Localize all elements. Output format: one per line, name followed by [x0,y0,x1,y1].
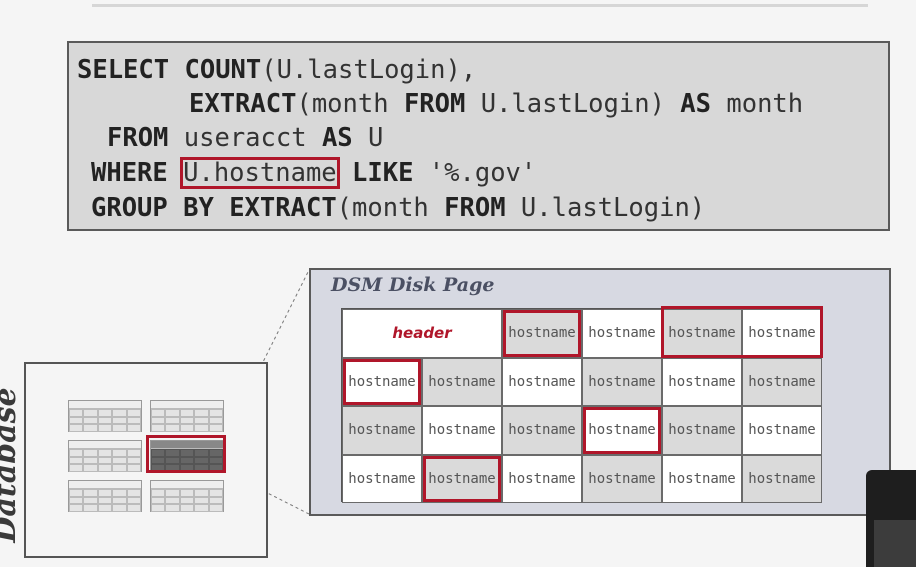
sql-text: useracct [168,123,322,153]
mini-page [68,480,142,512]
sql-line-3: FROM useracct AS U [107,121,383,155]
hostname-cell: hostname [582,406,662,455]
hostname-cell: hostname [742,357,822,406]
hostname-highlight: U.hostname [180,157,340,189]
sql-keyword: COUNT [184,55,262,85]
sql-text: U [352,123,384,153]
hostname-cell: hostname [502,357,582,406]
sql-keyword: LIKE [352,158,414,188]
hostname-cell: hostname [662,357,742,406]
hostname-cell: hostname [742,406,822,455]
hostname-cell: hostname [342,357,422,406]
database-file-label: Database File [0,387,58,543]
hostname-cell: hostname [422,454,502,503]
hostname-cell: hostname [582,454,662,503]
dsm-page-title: DSM Disk Page [331,274,495,296]
mini-page [68,440,142,472]
hostname-cell: hostname [662,454,742,503]
sql-keyword: SELECT [77,55,170,85]
sql-text: U.lastLogin) [505,193,706,223]
dsm-disk-page: DSM Disk Page header hostname hostname h… [309,268,891,516]
sql-line-4: WHERE U.hostname LIKE '%.gov' [91,156,536,190]
sql-text: (month [296,89,404,119]
page-header-cell: header [342,309,502,358]
sql-text: U.lastLogin) [465,89,681,119]
sql-keyword: FROM [403,89,466,119]
hostname-cell: hostname [502,454,582,503]
hostname-cell: hostname [582,357,662,406]
sql-query-box: SELECT COUNT(U.lastLogin), EXTRACT(month… [67,41,890,231]
sql-line-1: SELECT COUNT(U.lastLogin), [77,53,476,87]
sql-keyword: GROUP [91,193,168,223]
sql-keyword: FROM [107,123,169,153]
hostname-span-highlight [661,306,823,358]
active-page-highlight [146,435,226,473]
sql-text: (U.lastLogin), [261,55,477,85]
mini-page [68,400,142,432]
hostname-cell: hostname [422,406,502,455]
sql-line-2: EXTRACT(month FROM U.lastLogin) AS month [189,87,803,121]
sql-text: U.hostname [183,158,337,188]
sql-keyword: BY [183,193,214,223]
hostname-cell: hostname [342,454,422,503]
top-rule [92,4,868,7]
hostname-cell: hostname [662,406,742,455]
sql-keyword: AS [321,123,353,153]
hostname-cell: hostname [502,309,582,358]
hostname-cell: hostname [742,454,822,503]
sql-text: (month [336,193,445,223]
sql-line-5: GROUP BY EXTRACT(month FROM U.lastLogin) [91,191,705,225]
camera-overlay-inner [874,520,916,567]
sql-text: '%.gov' [413,158,537,188]
mini-page [150,480,224,512]
sql-keyword: EXTRACT [229,193,337,223]
mini-page [150,400,224,432]
sql-keyword: FROM [444,193,506,223]
sql-keyword: EXTRACT [189,89,297,119]
sql-keyword: WHERE [91,158,168,188]
hostname-cell: hostname [582,309,662,358]
hostname-cell: hostname [422,357,502,406]
hostname-cell: hostname [342,406,422,455]
sql-text: month [711,89,804,119]
sql-keyword: AS [680,89,712,119]
hostname-cell: hostname [502,406,582,455]
